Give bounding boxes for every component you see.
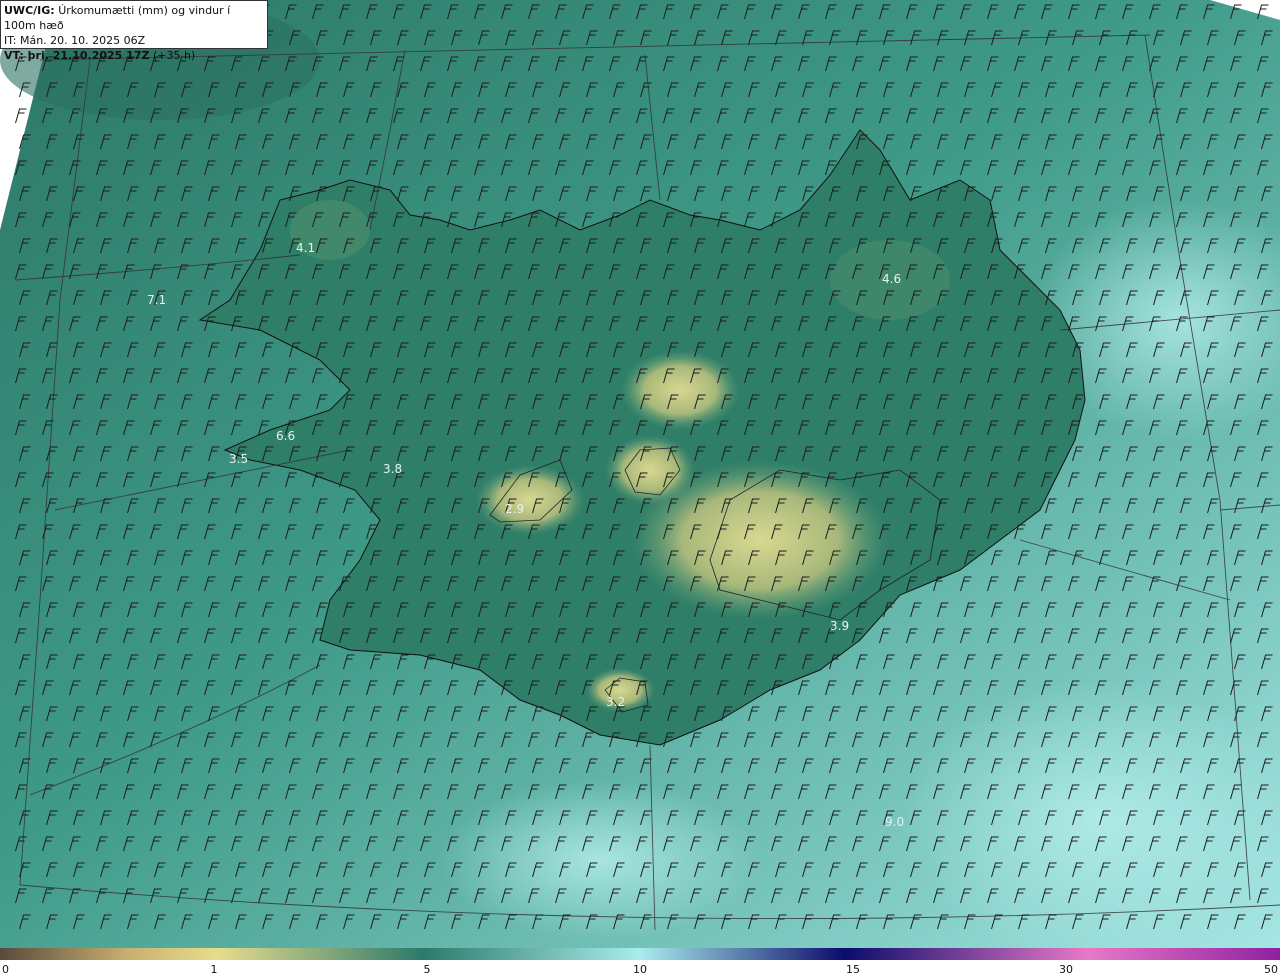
lead-time: (+35 h)	[152, 49, 196, 62]
value-label: 4.1	[296, 241, 315, 255]
value-label: 3.8	[383, 462, 402, 476]
colorbar-tick-0: 0	[2, 963, 9, 976]
value-label: 4.6	[882, 272, 901, 286]
init-label: IT:	[4, 34, 17, 47]
value-label: 3.2	[606, 695, 625, 709]
value-label: 6.6	[276, 429, 295, 443]
map-info-box: UWC/IG: Úrkomumætti (mm) og vindur í 100…	[0, 0, 268, 62]
colorbar-tick-5: 5	[423, 963, 431, 976]
colorbar-gradient	[0, 948, 1280, 960]
init-time: Mán. 20. 10. 2025 06Z	[19, 34, 146, 47]
colorbar-tick-30: 30	[1059, 963, 1073, 976]
colorbar: 0 1 5 10 15 30 50	[0, 948, 1280, 978]
init-time-line: IT: Mán. 20. 10. 2025 06Z	[4, 33, 264, 48]
product-code: UWC/IG:	[4, 4, 55, 17]
value-label: 3.5	[229, 452, 248, 466]
precipitation-wind-map: 4.1 7.1 6.6 3.5 3.8 2.9 4.6 3.2 9.0 3.9	[0, 0, 1280, 948]
valid-label: VT:	[4, 49, 24, 62]
valid-time: þri. 21.10.2025 17Z	[27, 49, 150, 62]
value-label: 7.1	[147, 293, 166, 307]
valid-time-line: VT: þri. 21.10.2025 17Z (+35 h)	[4, 48, 264, 63]
colorbar-tick-15: 15	[846, 963, 860, 976]
value-label: 2.9	[505, 502, 524, 516]
colorbar-tick-1: 1	[210, 963, 218, 976]
colorbar-tick-50: 50	[1264, 963, 1278, 976]
colorbar-tick-10: 10	[633, 963, 647, 976]
value-label: 3.9	[830, 619, 849, 633]
product-line: UWC/IG: Úrkomumætti (mm) og vindur í 100…	[4, 3, 264, 33]
value-label: 9.0	[885, 815, 904, 829]
